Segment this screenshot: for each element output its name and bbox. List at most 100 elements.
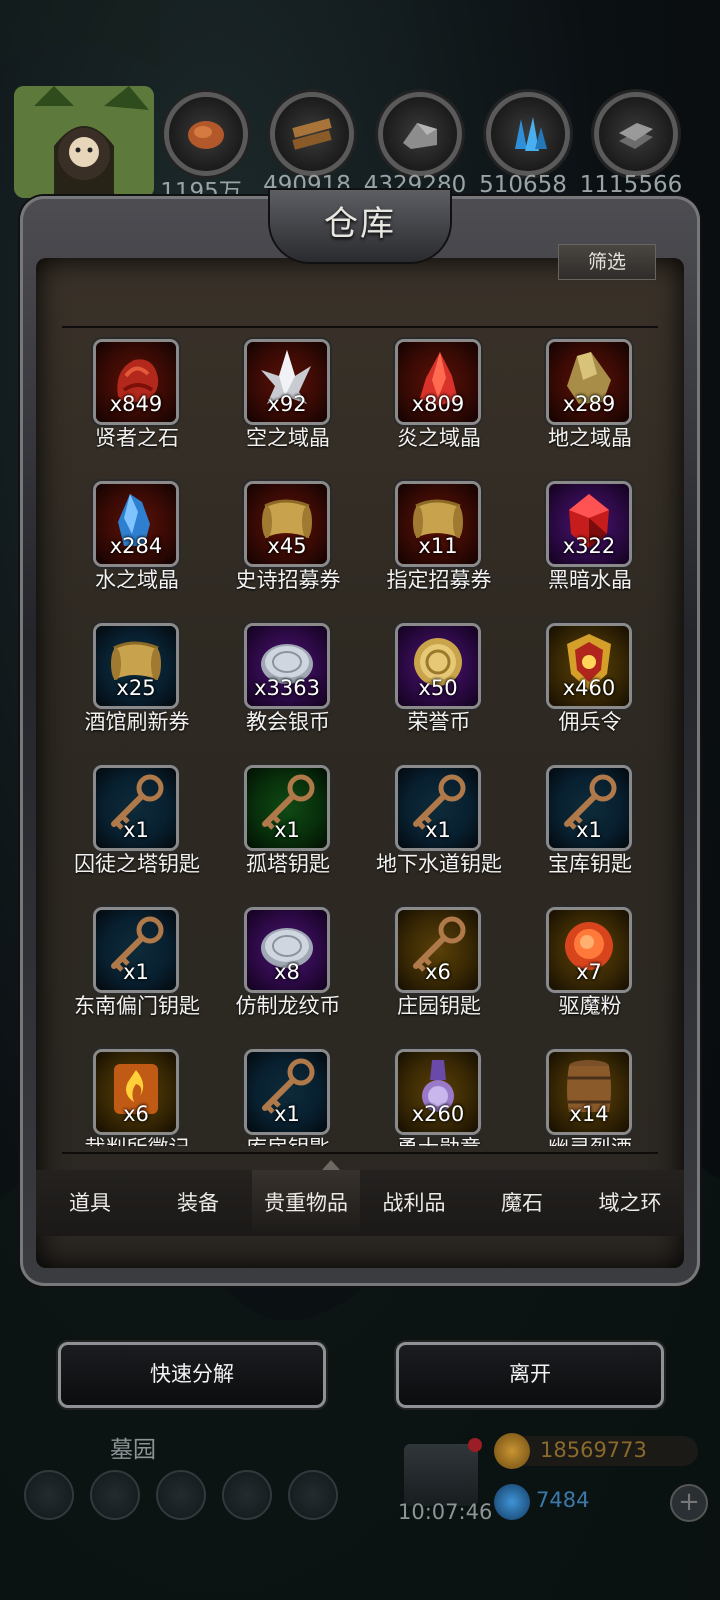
stone-icon xyxy=(403,123,437,149)
item-slot[interactable]: x849 贤者之石 xyxy=(62,336,212,478)
tab-items[interactable]: 道具 xyxy=(36,1170,144,1236)
wood-icon xyxy=(292,118,332,150)
item-frame: x260 xyxy=(398,1052,478,1132)
item-name: 裁判所徽记 xyxy=(62,1132,222,1146)
item-slot[interactable]: x7 驱魔粉 xyxy=(515,904,658,1046)
resource-stone[interactable] xyxy=(378,92,462,176)
item-grid[interactable]: x849 贤者之石 x92 空之域晶 x809 炎之域晶 x289 地之域晶 x284 水之域晶 x… xyxy=(62,336,658,1146)
mail-icon[interactable] xyxy=(222,1470,272,1520)
player-avatar[interactable] xyxy=(14,86,154,198)
item-count: x1 xyxy=(123,960,149,984)
item-name: 库房钥匙 xyxy=(203,1132,373,1146)
item-name: 东南偏门钥匙 xyxy=(74,994,200,1018)
item-slot[interactable]: x6裁判所徽记 xyxy=(62,1046,212,1146)
item-slot[interactable]: x460 佣兵令 xyxy=(515,620,658,762)
chat-icon[interactable] xyxy=(288,1470,338,1520)
title-plate: 仓库 xyxy=(270,190,450,262)
location-label: 墓园 xyxy=(110,1437,156,1463)
item-name: 水之域晶 xyxy=(95,568,179,592)
item-slot[interactable]: x809 炎之域晶 xyxy=(364,336,514,478)
item-slot[interactable]: x1 地下水道钥匙 xyxy=(364,762,514,904)
category-tabs: 道具 装备 贵重物品 战利品 魔石 域之环 xyxy=(36,1160,684,1236)
item-count: x1 xyxy=(576,818,602,842)
item-slot[interactable]: x1 孤塔钥匙 xyxy=(213,762,363,904)
item-name: 史诗招募券 xyxy=(235,568,341,592)
resource-iron-value: 1115566 xyxy=(579,172,683,198)
gem-icon xyxy=(494,1484,530,1520)
item-slot[interactable]: x6 庄园钥匙 xyxy=(364,904,514,1046)
compass-icon[interactable] xyxy=(90,1470,140,1520)
filter-button[interactable]: 筛选 xyxy=(558,244,656,280)
item-slot[interactable]: x45 史诗招募券 xyxy=(213,478,363,620)
item-frame: x809 xyxy=(398,342,478,422)
item-slot[interactable]: x1库房钥匙 xyxy=(213,1046,363,1146)
gem-value: 7484 xyxy=(536,1488,590,1512)
resource-crystal[interactable] xyxy=(486,92,570,176)
item-frame: x6 xyxy=(398,910,478,990)
leave-button[interactable]: 离开 xyxy=(396,1342,664,1408)
item-name: 仿制龙纹币 xyxy=(235,994,341,1018)
item-count: x25 xyxy=(116,676,156,700)
item-slot[interactable]: x322 黑暗水晶 xyxy=(515,478,658,620)
item-frame: x3363 xyxy=(247,626,327,706)
gift-box-icon[interactable] xyxy=(404,1438,482,1506)
warehouse-panel: 仓库 筛选 x849 贤者之石 x92 空之域晶 x809 炎之域晶 x289 地之域晶 x28… xyxy=(20,190,700,1286)
item-frame: x50 xyxy=(398,626,478,706)
item-count: x3363 xyxy=(254,676,320,700)
item-slot[interactable]: x3363 教会银币 xyxy=(213,620,363,762)
item-slot[interactable]: x14幽灵烈酒 xyxy=(515,1046,658,1146)
gold-value: 18569773 xyxy=(540,1438,647,1462)
item-frame: x849 xyxy=(96,342,176,422)
item-count: x92 xyxy=(267,392,307,416)
item-slot[interactable]: x92 空之域晶 xyxy=(213,336,363,478)
item-count: x284 xyxy=(109,534,163,558)
item-frame: x6 xyxy=(96,1052,176,1132)
crystal-icon xyxy=(515,117,547,151)
resource-iron[interactable] xyxy=(594,92,678,176)
castle-icon[interactable] xyxy=(156,1470,206,1520)
item-name: 酒馆刷新券 xyxy=(84,710,190,734)
item-name: 驱魔粉 xyxy=(558,994,622,1018)
item-slot[interactable]: x1 东南偏门钥匙 xyxy=(62,904,212,1046)
item-frame: x284 xyxy=(96,484,176,564)
item-count: x289 xyxy=(562,392,616,416)
add-gem-icon[interactable]: + xyxy=(670,1484,708,1522)
item-count: x1 xyxy=(123,818,149,842)
tab-domain-ring[interactable]: 域之环 xyxy=(576,1170,684,1236)
item-count: x809 xyxy=(411,392,465,416)
item-count: x1 xyxy=(274,818,300,842)
item-slot[interactable]: x25 酒馆刷新券 xyxy=(62,620,212,762)
item-slot[interactable]: x50 荣誉币 xyxy=(364,620,514,762)
item-name: 空之域晶 xyxy=(246,426,330,450)
notification-dot xyxy=(468,1438,482,1452)
item-slot[interactable]: x289 地之域晶 xyxy=(515,336,658,478)
item-slot[interactable]: x11 指定招募券 xyxy=(364,478,514,620)
item-frame: x322 xyxy=(549,484,629,564)
item-slot[interactable]: x284 水之域晶 xyxy=(62,478,212,620)
item-slot[interactable]: x1 囚徒之塔钥匙 xyxy=(62,762,212,904)
tab-magic-stone[interactable]: 魔石 xyxy=(468,1170,576,1236)
item-name: 炎之域晶 xyxy=(397,426,481,450)
item-frame: x45 xyxy=(247,484,327,564)
item-name: 囚徒之塔钥匙 xyxy=(74,852,200,876)
item-count: x260 xyxy=(411,1102,465,1126)
item-name: 宝库钥匙 xyxy=(548,852,632,876)
item-name: 黑暗水晶 xyxy=(548,568,632,592)
item-slot[interactable]: x260勇士勋章 xyxy=(364,1046,514,1146)
tab-valuables[interactable]: 贵重物品 xyxy=(252,1170,360,1236)
tab-equipment[interactable]: 装备 xyxy=(144,1170,252,1236)
resource-meat[interactable] xyxy=(164,92,248,176)
item-name: 佣兵令 xyxy=(558,710,622,734)
item-frame: x11 xyxy=(398,484,478,564)
resource-wood[interactable] xyxy=(270,92,354,176)
panel-title: 仓库 xyxy=(324,204,396,244)
item-name: 指定招募券 xyxy=(386,568,492,592)
item-name: 荣誉币 xyxy=(407,710,471,734)
item-frame: x1 xyxy=(247,1052,327,1132)
item-frame: x460 xyxy=(549,626,629,706)
item-slot[interactable]: x1 宝库钥匙 xyxy=(515,762,658,904)
item-slot[interactable]: x8 仿制龙纹币 xyxy=(213,904,363,1046)
quick-decompose-button[interactable]: 快速分解 xyxy=(58,1342,326,1408)
tab-loot[interactable]: 战利品 xyxy=(360,1170,468,1236)
settings-icon[interactable] xyxy=(24,1470,74,1520)
